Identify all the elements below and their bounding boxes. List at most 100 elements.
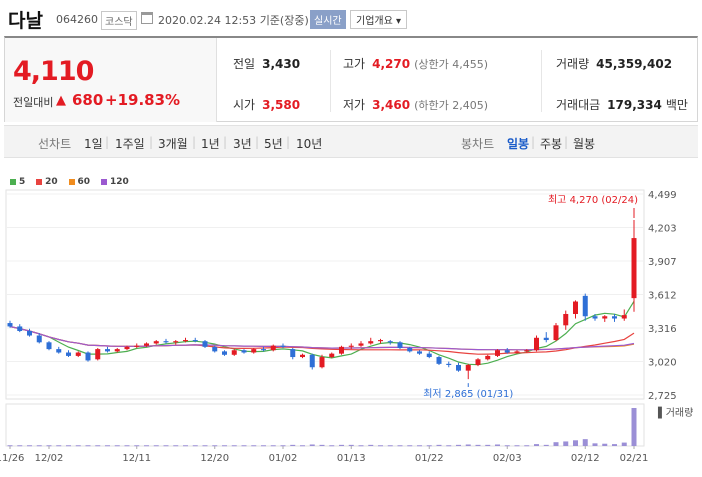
candle-body [329,353,335,358]
volume-bar [183,445,188,447]
volume-bar [387,445,393,447]
candle-body [358,343,364,346]
volume-bar [261,445,266,447]
candle-body [534,337,539,351]
volume-bar [134,445,140,447]
candle-body [75,352,81,356]
candle-body [7,323,13,327]
volume-bar [280,445,286,447]
candle-body [183,340,188,342]
x-tick-label: 11/26 [0,453,24,464]
candle-body [397,342,403,348]
volume-bar [300,445,305,447]
candle-body [212,346,218,352]
y-tick-label: 3,316 [648,324,677,335]
volume-bar [348,444,354,446]
volume-bar [582,439,588,446]
volume-bar [231,445,237,447]
volume-bar [475,444,481,446]
candle-body [192,340,198,342]
volume-bar [309,444,315,446]
volume-bar [290,444,296,446]
volume-bar [144,445,149,447]
x-tick-label: 02/21 [620,453,649,464]
volume-bar [163,445,169,447]
volume-bar [212,445,218,447]
candle-body [290,349,296,358]
volume-bar [417,445,422,447]
volume-bar [573,440,578,446]
candle-body [524,350,530,352]
volume-bar [407,445,413,447]
y-tick-label: 2,725 [648,391,677,402]
candle-body [465,364,471,371]
volume-bar [319,444,325,446]
candle-body [124,346,130,350]
x-tick-label: 12/20 [200,453,229,464]
candle-body [426,353,432,358]
candle-body [319,357,325,368]
volume-bar [436,444,442,446]
volume-bar [378,445,383,447]
candle-body [134,345,140,347]
volume-bar [504,445,510,447]
volume-bar [592,443,598,446]
volume-bar [397,445,403,447]
volume-bar [456,444,461,446]
volume-bar [358,445,364,447]
candle-body [621,315,627,319]
volume-bar [612,444,617,446]
candle-body [261,349,266,351]
candle-body [66,352,71,356]
volume-bar [114,445,120,447]
volume-bar [153,445,159,447]
candle-body [222,351,227,355]
candle-body [105,349,110,352]
candle-body [553,325,559,341]
candle-body [563,313,569,326]
volume-bar [202,445,208,447]
volume-bar [270,445,276,447]
candle-body [348,345,354,347]
candle-body [300,354,305,358]
candle-body [387,341,393,343]
volume-bar [465,444,471,446]
candle-body [514,351,520,353]
candle-body [95,349,101,360]
x-tick-label: 01/13 [337,453,366,464]
volume-bar [105,445,110,447]
volume-bar [631,408,637,446]
candle-body [27,330,32,336]
candle-body [231,350,237,355]
volume-bar [7,445,13,447]
y-tick-label: 3,612 [648,291,677,302]
volume-bar [222,445,227,447]
candle-body [280,345,286,347]
volume-bar [75,445,81,447]
candle-body [173,341,179,343]
candle-body [368,341,374,344]
volume-bar [124,445,130,447]
volume-bar [36,445,42,447]
volume-bar [563,441,569,446]
volume-bar [339,444,344,446]
candle-body [270,345,276,351]
x-tick-label: 02/12 [571,453,600,464]
candle-body [592,316,598,319]
volume-bar [241,445,247,447]
candle-body [436,357,442,364]
volume-bar [17,445,23,447]
candle-body [36,335,42,343]
x-tick-label: 01/22 [415,453,444,464]
x-tick-label: 12/02 [35,453,64,464]
x-tick-label: 12/11 [122,453,151,464]
volume-bar [56,445,62,447]
candle-body [504,350,510,353]
volume-bar [543,444,549,446]
candle-body [85,352,91,361]
candle-body [153,341,159,344]
candlestick-chart[interactable]: 4,499 4,203 3,907 3,612 3,316 3,020 2,725 ▌거래량 1… [0,0,702,477]
candle-body [475,359,481,365]
volume-bar [173,445,179,447]
volume-bar [534,444,539,446]
